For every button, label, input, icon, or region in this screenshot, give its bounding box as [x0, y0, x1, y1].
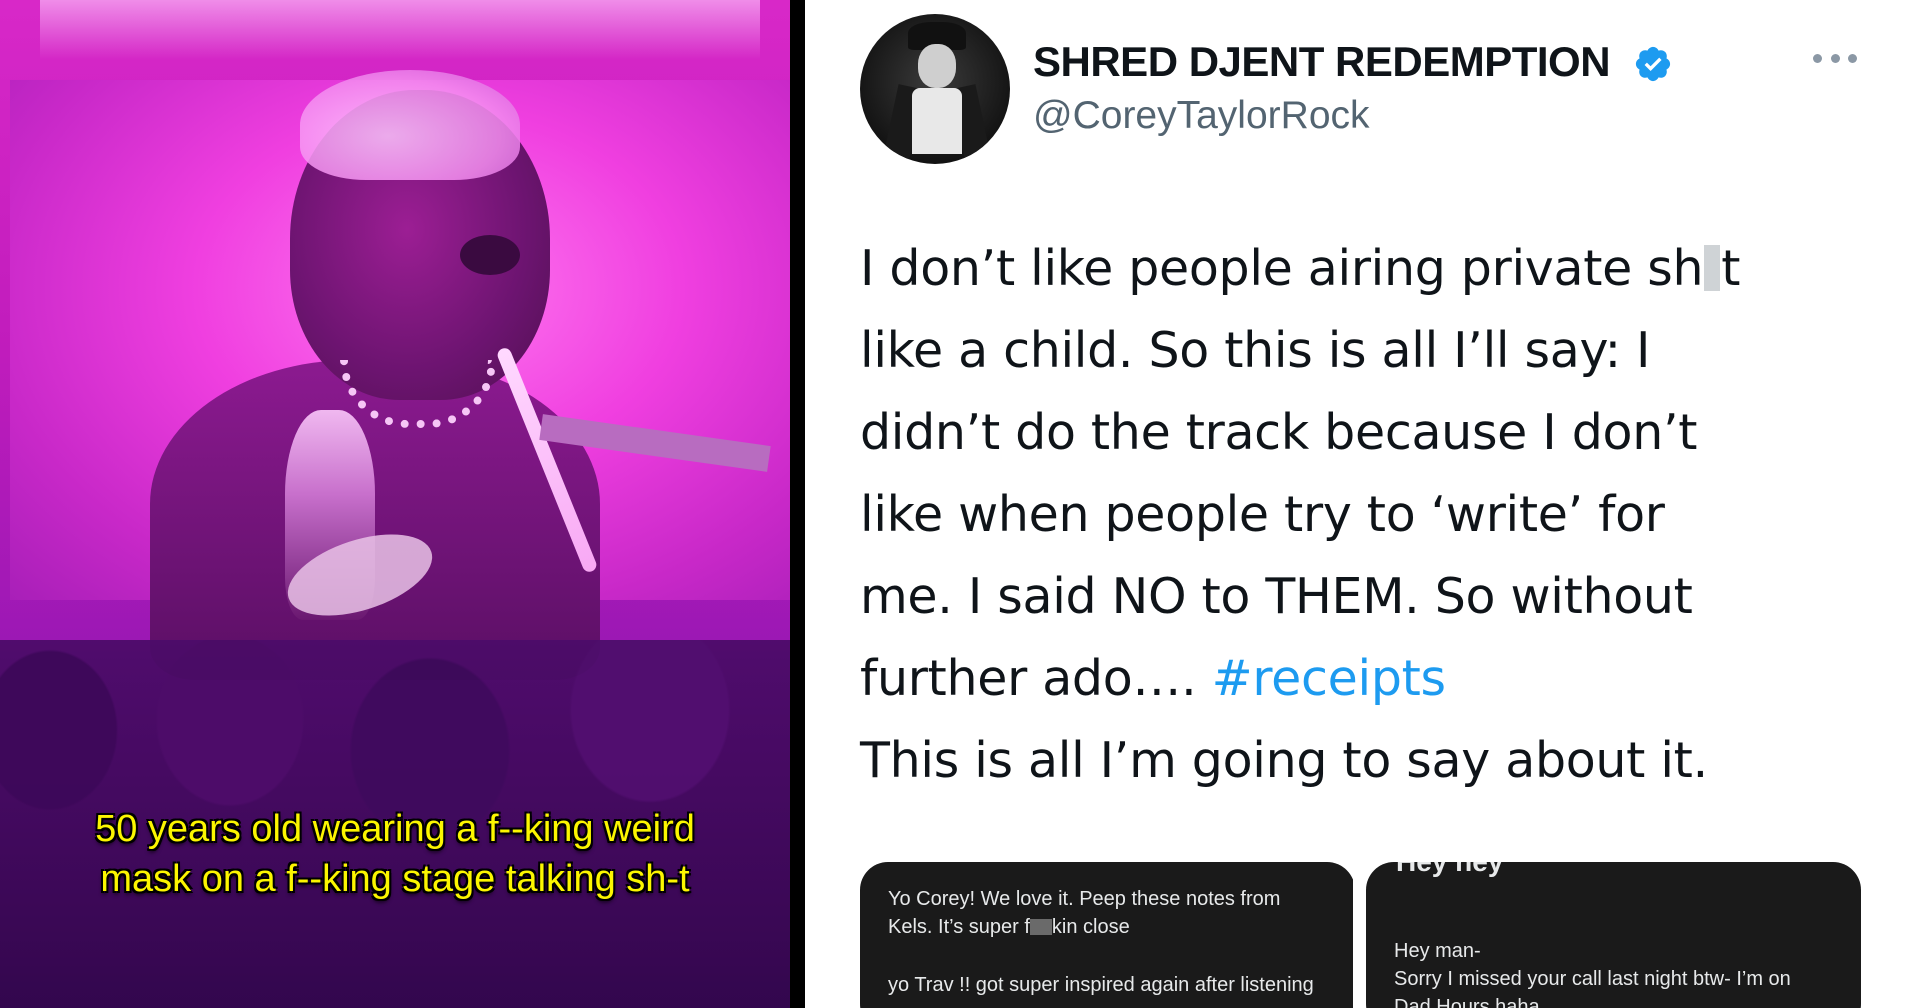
avatar[interactable] [860, 14, 1010, 164]
caption-line-2: mask on a f--king stage talking sh-t [100, 858, 690, 900]
singer-hair [300, 70, 520, 180]
censor-block [1704, 245, 1721, 291]
stage-light [40, 0, 760, 60]
message-line: Kels. It’s super f kin close [888, 916, 1130, 939]
message-text: Kels. It’s super f [888, 916, 1030, 938]
composite-image: 50 years old wearing a f--king weird mas… [0, 0, 1920, 1008]
message-line: Yo Corey! We love it. Peep these notes f… [888, 888, 1281, 910]
tweet-line-1a: I don’t like people airing private sh [860, 240, 1704, 297]
tweet-line-6: further ado…. #receipts [860, 638, 1870, 720]
user-handle[interactable]: @CoreyTaylorRock [1033, 94, 1370, 138]
tweet-line-1b: t [1721, 240, 1741, 297]
microphone [460, 235, 520, 275]
more-options-icon[interactable] [1813, 54, 1857, 68]
message-line: Hey man- [1394, 940, 1481, 962]
tweet-screenshot: SHRED DJENT REDEMPTION @CoreyTaylorRock … [805, 0, 1920, 1008]
tweet-line-3: didn’t do the track because I don’t [860, 404, 1698, 461]
censor-block [1029, 919, 1052, 935]
concert-photo: 50 years old wearing a f--king weird mas… [0, 0, 790, 1008]
attached-image-right[interactable]: Hey hey Hey man- Sorry I missed your cal… [1366, 862, 1861, 1008]
tweet-line-6a: further ado…. [860, 650, 1197, 707]
message-line: Sorry I missed your call last night btw-… [1394, 968, 1791, 990]
avatar-shirt [912, 88, 962, 154]
message-header-cropped: Hey hey [1396, 862, 1503, 878]
avatar-face [918, 44, 956, 88]
tweet-text: I don’t like people airing private sh t l… [860, 228, 1870, 802]
attached-image-left[interactable]: Yo Corey! We love it. Peep these notes f… [860, 862, 1355, 1008]
hashtag-link[interactable]: #receipts [1212, 650, 1446, 707]
tweet-line-2: like a child. So this is all I’ll say: I [860, 322, 1651, 379]
message-line: Dad Hours haha [1394, 996, 1540, 1008]
tweet-line-1: I don’t like people airing private sh t [860, 228, 1870, 310]
tweet-line-5: me. I said NO to THEM. So without [860, 568, 1693, 625]
tweet-line-4: like when people try to ‘write’ for [860, 486, 1665, 543]
message-line: yo Trav !! got super inspired again afte… [888, 974, 1314, 996]
tweet-line-7: This is all I’m going to say about it. [860, 732, 1708, 789]
display-name[interactable]: SHRED DJENT REDEMPTION [1033, 38, 1611, 86]
caption-line-1: 50 years old wearing a f--king weird [95, 808, 695, 850]
verified-badge-icon [1635, 46, 1671, 82]
meme-caption: 50 years old wearing a f--king weird mas… [0, 804, 790, 904]
message-text: kin close [1051, 916, 1130, 938]
panel-divider [790, 0, 805, 1008]
